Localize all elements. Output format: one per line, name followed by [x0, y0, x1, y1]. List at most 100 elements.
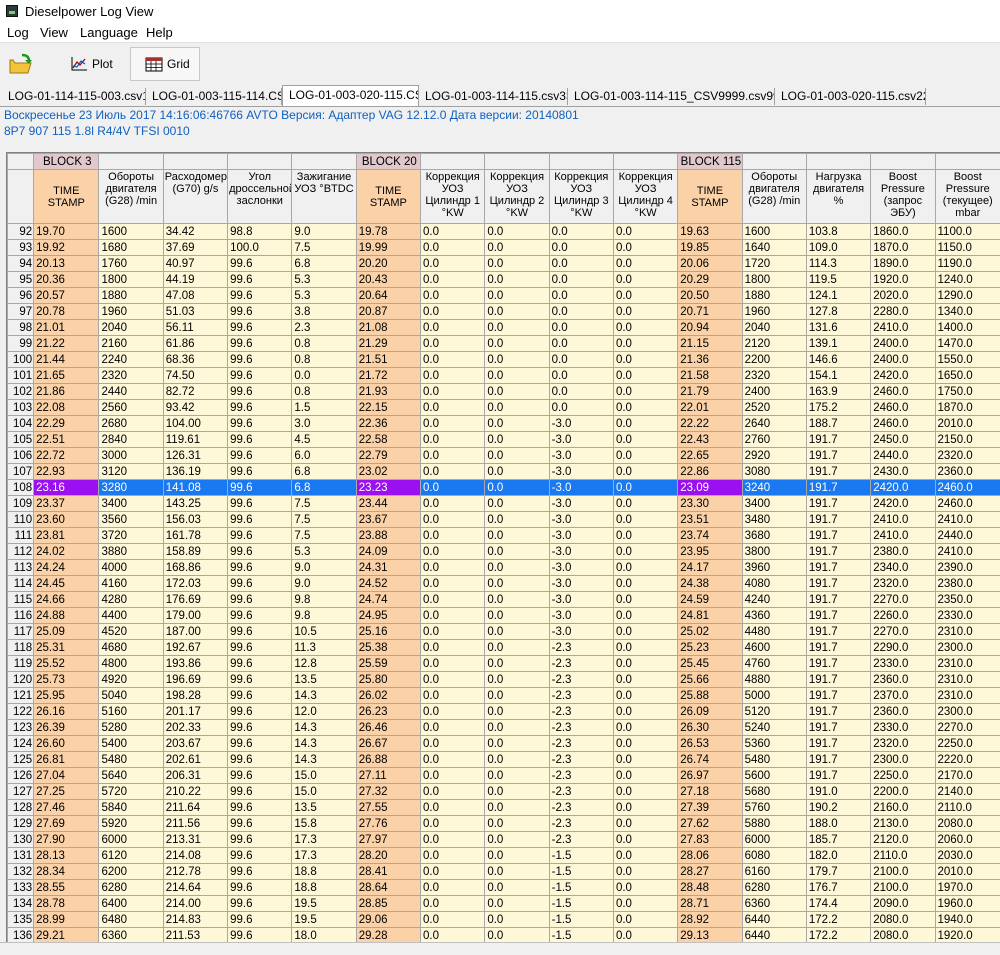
grid-cell[interactable]: 124.1	[806, 288, 870, 304]
column-header[interactable]: TIME STAMP	[356, 170, 420, 224]
grid-cell[interactable]: 19.99	[356, 240, 420, 256]
grid-cell[interactable]: 4160	[99, 576, 163, 592]
grid-cell[interactable]: 28.92	[678, 912, 742, 928]
grid-cell[interactable]: 6400	[99, 896, 163, 912]
grid-cell[interactable]: 188.7	[806, 416, 870, 432]
grid-cell[interactable]: 23.30	[678, 496, 742, 512]
grid-cell[interactable]: 191.7	[806, 528, 870, 544]
grid-cell[interactable]: -2.3	[549, 672, 613, 688]
grid-cell[interactable]: 0.0	[421, 272, 485, 288]
row-number[interactable]: 136	[8, 928, 34, 944]
grid-cell[interactable]: 119.5	[806, 272, 870, 288]
grid-cell[interactable]: 0.0	[613, 224, 677, 240]
grid-cell[interactable]: 0.0	[485, 784, 549, 800]
grid-cell[interactable]: 20.06	[678, 256, 742, 272]
grid-cell[interactable]: 2010.0	[935, 416, 1000, 432]
grid-cell[interactable]: 25.02	[678, 624, 742, 640]
grid-cell[interactable]: 4000	[99, 560, 163, 576]
grid-cell[interactable]: 99.6	[228, 928, 292, 944]
row-number[interactable]: 131	[8, 848, 34, 864]
table-row[interactable]: 11725.094520187.0099.610.525.160.00.0-3.…	[8, 624, 1000, 640]
grid-cell[interactable]: 0.0	[549, 384, 613, 400]
grid-cell[interactable]: 99.6	[228, 560, 292, 576]
grid-cell[interactable]: 99.6	[228, 368, 292, 384]
grid-cell[interactable]: 0.0	[613, 480, 677, 496]
grid-cell[interactable]: 56.11	[163, 320, 227, 336]
grid-cell[interactable]: 0.0	[613, 592, 677, 608]
grid-cell[interactable]: 2320.0	[871, 576, 935, 592]
grid-cell[interactable]: 6.0	[292, 448, 356, 464]
grid-cell[interactable]: 0.0	[613, 896, 677, 912]
grid-cell[interactable]: 20.71	[678, 304, 742, 320]
grid-cell[interactable]: 2110.0	[871, 848, 935, 864]
grid-cell[interactable]: 0.0	[485, 528, 549, 544]
grid-cell[interactable]: 2160.0	[871, 800, 935, 816]
grid-cell[interactable]: 0.0	[613, 576, 677, 592]
grid-cell[interactable]: 191.7	[806, 560, 870, 576]
grid-cell[interactable]: 214.83	[163, 912, 227, 928]
grid-cell[interactable]: 7.5	[292, 240, 356, 256]
grid-cell[interactable]: 0.0	[613, 672, 677, 688]
grid-cell[interactable]: 25.38	[356, 640, 420, 656]
grid-cell[interactable]: 0.0	[421, 496, 485, 512]
grid-cell[interactable]: -2.3	[549, 800, 613, 816]
grid-cell[interactable]: 5640	[99, 768, 163, 784]
grid-cell[interactable]: 29.06	[356, 912, 420, 928]
grid-cell[interactable]: 201.17	[163, 704, 227, 720]
grid-cell[interactable]: 99.6	[228, 400, 292, 416]
grid-cell[interactable]: 14.3	[292, 736, 356, 752]
grid-cell[interactable]: 26.39	[34, 720, 99, 736]
grid-cell[interactable]: 27.39	[678, 800, 742, 816]
grid-cell[interactable]: 5400	[99, 736, 163, 752]
grid-cell[interactable]: 99.6	[228, 624, 292, 640]
grid-cell[interactable]: -2.3	[549, 656, 613, 672]
column-header[interactable]: Нагрузка двигателя %	[806, 170, 870, 224]
row-number[interactable]: 101	[8, 368, 34, 384]
grid-cell[interactable]: 0.0	[485, 544, 549, 560]
grid-cell[interactable]: 27.55	[356, 800, 420, 816]
grid-cell[interactable]: 21.93	[356, 384, 420, 400]
grid-cell[interactable]: 2060.0	[935, 832, 1000, 848]
grid-cell[interactable]: 0.0	[421, 864, 485, 880]
grid-cell[interactable]: 23.51	[678, 512, 742, 528]
grid-cell[interactable]: -2.3	[549, 832, 613, 848]
grid-cell[interactable]: 2410.0	[935, 512, 1000, 528]
grid-cell[interactable]: 2640	[742, 416, 806, 432]
grid-cell[interactable]: 21.44	[34, 352, 99, 368]
grid-cell[interactable]: 0.0	[613, 784, 677, 800]
grid-cell[interactable]: 25.45	[678, 656, 742, 672]
grid-cell[interactable]: 0.0	[485, 352, 549, 368]
table-row[interactable]: 12025.734920196.6999.613.525.800.00.0-2.…	[8, 672, 1000, 688]
grid-cell[interactable]: 191.7	[806, 544, 870, 560]
grid-cell[interactable]: 198.28	[163, 688, 227, 704]
open-folder-button[interactable]	[8, 47, 44, 81]
grid-cell[interactable]: 0.0	[613, 288, 677, 304]
grid-cell[interactable]: 5360	[742, 736, 806, 752]
grid-cell[interactable]: 29.28	[356, 928, 420, 944]
row-number[interactable]: 118	[8, 640, 34, 656]
grid-cell[interactable]: 191.7	[806, 608, 870, 624]
grid-cell[interactable]: 191.7	[806, 576, 870, 592]
grid-cell[interactable]: 28.99	[34, 912, 99, 928]
grid-cell[interactable]: 0.0	[421, 560, 485, 576]
grid-cell[interactable]: 2250.0	[935, 736, 1000, 752]
grid-cell[interactable]: 5480	[99, 752, 163, 768]
grid-cell[interactable]: 0.0	[613, 656, 677, 672]
grid-cell[interactable]: 5000	[742, 688, 806, 704]
grid-cell[interactable]: 9.8	[292, 592, 356, 608]
grid-cell[interactable]: 163.9	[806, 384, 870, 400]
grid-cell[interactable]: 99.6	[228, 720, 292, 736]
grid-cell[interactable]: 0.0	[421, 880, 485, 896]
grid-cell[interactable]: 5920	[99, 816, 163, 832]
grid-cell[interactable]: 2310.0	[935, 656, 1000, 672]
row-number[interactable]: 106	[8, 448, 34, 464]
row-number[interactable]: 116	[8, 608, 34, 624]
grid-cell[interactable]: 26.30	[678, 720, 742, 736]
grid-cell[interactable]: 3560	[99, 512, 163, 528]
grid-cell[interactable]: 2270.0	[871, 624, 935, 640]
table-row[interactable]: 9520.36180044.1999.65.320.430.00.00.00.0…	[8, 272, 1000, 288]
grid-cell[interactable]: 23.23	[356, 480, 420, 496]
grid-cell[interactable]: 2300.0	[871, 752, 935, 768]
grid-cell[interactable]: 0.0	[485, 608, 549, 624]
table-row[interactable]: 11925.524800193.8699.612.825.590.00.0-2.…	[8, 656, 1000, 672]
